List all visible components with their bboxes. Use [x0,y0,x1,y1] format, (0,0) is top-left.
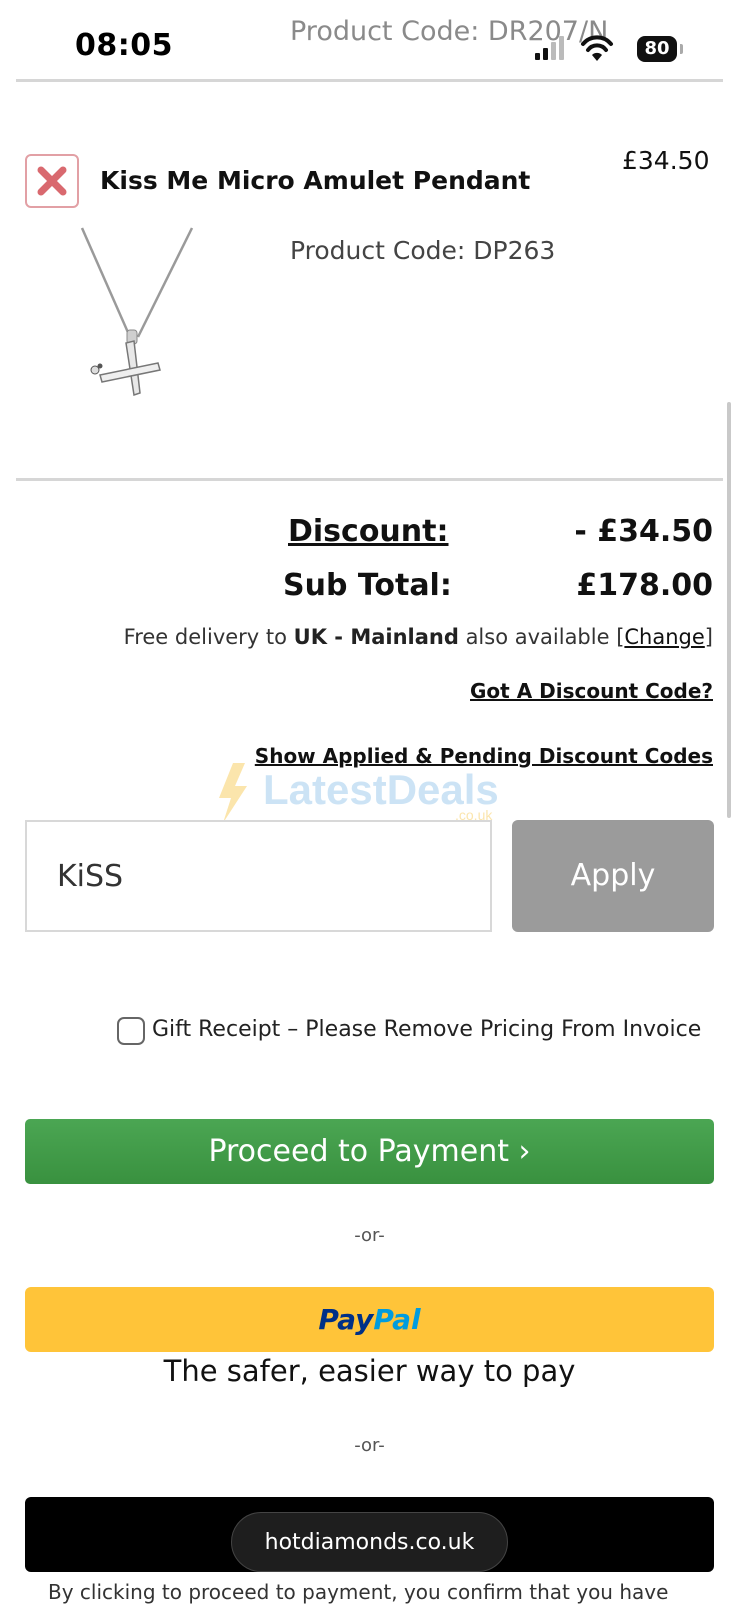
delivery-info: Free delivery to UK - Mainland also avai… [124,625,713,649]
discount-code-input[interactable] [25,820,492,932]
payment-disclaimer: By clicking to proceed to payment, you c… [48,1580,669,1604]
product-name[interactable]: Kiss Me Micro Amulet Pendant [100,166,530,195]
apply-button[interactable]: Apply [512,820,714,932]
discount-value: - £34.50 [574,514,713,549]
paypal-logo-pal: Pal [373,1303,421,1336]
watermark-logo: LatestDeals .co.uk [219,763,499,823]
product-image[interactable] [30,225,240,455]
signal-icon [535,36,564,60]
delivery-close: ] [704,625,713,649]
paypal-tagline: The safer, easier way to pay [163,1354,576,1388]
product-price: £34.50 [622,146,710,175]
status-time: 08:05 [75,28,173,63]
change-delivery-link[interactable]: Change [624,625,704,649]
delivery-suffix: also available [ [458,625,625,649]
gift-receipt-label[interactable]: Gift Receipt – Please Remove Pricing Fro… [152,1017,701,1042]
remove-item-button[interactable] [25,154,79,208]
battery-cap [680,44,683,54]
divider [16,79,723,82]
paypal-logo-pay: Pay [318,1303,374,1336]
scrollbar[interactable] [727,402,731,818]
or-separator: -or- [354,1435,385,1456]
discount-label: Discount: [288,514,449,549]
proceed-to-payment-button[interactable]: Proceed to Payment › [25,1119,714,1184]
browser-url-bar[interactable]: hotdiamonds.co.uk [231,1512,508,1572]
battery-icon: 80 [637,36,677,62]
delivery-prefix: Free delivery to [123,625,294,649]
divider [16,478,723,481]
wifi-icon [581,35,613,61]
or-separator: -or- [354,1225,385,1246]
got-discount-code-link[interactable]: Got A Discount Code? [470,679,713,703]
subtotal-value: £178.00 [576,568,713,603]
delivery-region: UK - Mainland [293,625,459,649]
watermark-brand: LatestDeals [263,766,499,813]
close-icon [37,166,67,196]
subtotal-label: Sub Total: [283,568,452,603]
product-code: Product Code: DP263 [290,236,556,265]
paypal-button[interactable]: PayPal [25,1287,714,1352]
gift-receipt-checkbox[interactable] [117,1017,145,1045]
